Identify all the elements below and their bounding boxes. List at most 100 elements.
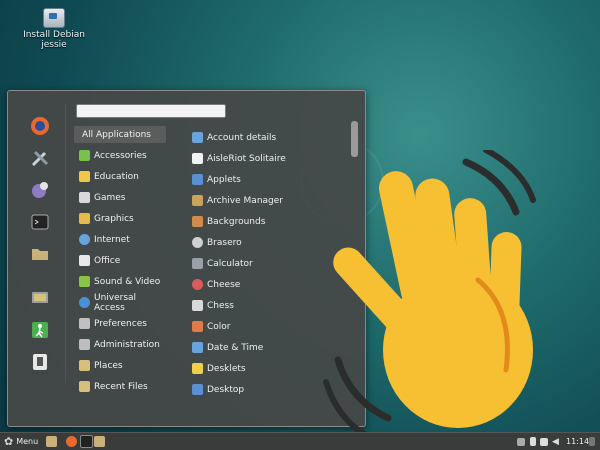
archive-icon [192,195,203,206]
accessories-icon [79,150,90,161]
folder-icon [94,436,105,447]
app-label: Brasero [207,237,242,248]
firefox-icon[interactable] [29,115,51,137]
category-graphics[interactable]: Graphics [74,210,166,227]
show-desktop-button[interactable] [589,435,595,448]
tray-device[interactable] [530,435,536,448]
app-label: Date & Time [207,342,264,353]
category-label: All Applications [82,129,151,140]
app-label: Color [207,321,231,332]
chess-icon [192,300,203,311]
category-sound-video[interactable]: Sound & Video [74,273,166,290]
chat-icon[interactable] [29,179,51,201]
education-icon [79,171,90,182]
color-icon [192,321,203,332]
category-label: Universal Access [94,292,137,313]
desktop-icon-label: Install Debian jessie [23,30,85,50]
office-icon [79,255,90,266]
folder-icon [46,436,57,447]
category-places[interactable]: Places [74,357,166,374]
device-icon[interactable] [29,351,51,373]
volume-icon: ◀ [552,436,559,447]
terminal-launcher[interactable] [80,435,93,448]
menu-label: Menu [16,437,39,446]
backgrounds-icon [192,216,203,227]
clock[interactable]: 11:14 [566,435,589,448]
preferences-icon [79,318,90,329]
menu-button[interactable]: ✿ Menu [4,435,38,448]
app-label: Account details [207,132,277,143]
cards-icon [192,153,203,164]
calculator-icon [192,258,203,269]
category-recent-files[interactable]: Recent Files [74,378,166,395]
files-launcher-2[interactable] [94,435,105,448]
waving-hand-illustration [323,150,536,439]
app-label: Calculator [207,258,253,269]
menu-gear-icon: ✿ [4,435,14,448]
display-icon[interactable] [29,287,51,309]
media-icon [79,276,90,287]
games-icon [79,192,90,203]
category-label: Internet [94,234,130,245]
device-icon [530,437,536,446]
category-label: Office [94,255,121,266]
app-label: Chess [207,300,234,311]
favorites-column [17,103,66,383]
firefox-icon [66,436,77,447]
desktop-icon [192,384,203,395]
app-account-details[interactable]: Account details [192,129,342,146]
app-label: Applets [207,174,241,185]
app-label: Desktop [207,384,245,395]
app-label: Desklets [207,363,246,374]
category-label: Games [94,192,126,203]
category-preferences[interactable]: Preferences [74,315,166,332]
category-administration[interactable]: Administration [74,336,166,353]
show-desktop-icon [589,437,595,446]
firefox-launcher[interactable] [66,435,77,448]
search-input[interactable] [76,104,226,118]
category-label: Recent Files [94,381,148,392]
app-label: AisleRiot Solitaire [207,153,286,164]
category-education[interactable]: Education [74,168,166,185]
category-label: Accessories [94,150,147,161]
installer-icon [43,8,65,28]
application-menu: All Applications Accessories Education G… [7,90,366,427]
category-label: Administration [94,339,160,350]
category-office[interactable]: Office [74,252,166,269]
settings-icon[interactable] [29,147,51,169]
category-universal-access[interactable]: Universal Access [74,292,166,313]
account-icon [192,132,203,143]
access-icon [79,297,90,308]
app-label: Cheese [207,279,241,290]
category-games[interactable]: Games [74,189,166,206]
files-launcher[interactable] [46,435,57,448]
folder-icon[interactable] [29,243,51,265]
category-internet[interactable]: Internet [74,231,166,248]
terminal-icon[interactable] [29,211,51,233]
keyboard-icon [517,437,525,446]
disc-icon [192,237,203,248]
category-all-applications[interactable]: All Applications [74,126,166,143]
recent-icon [79,381,90,392]
tray-volume[interactable]: ◀ [552,435,559,448]
tray-network[interactable] [540,435,548,448]
category-label: Education [94,171,139,182]
places-icon [79,360,90,371]
category-label: Places [94,360,123,371]
exit-icon[interactable] [29,319,51,341]
terminal-icon [80,435,93,448]
app-label: Backgrounds [207,216,266,227]
network-icon [540,437,548,446]
desktop-install-icon[interactable]: Install Debian jessie [14,8,94,50]
taskbar: ✿ Menu ◀ 11:14 [0,432,600,450]
category-accessories[interactable]: Accessories [74,147,166,164]
category-label: Preferences [94,318,147,329]
admin-icon [79,339,90,350]
desklets-icon [192,363,203,374]
clock-icon [192,342,203,353]
camera-icon [192,279,203,290]
applets-icon [192,174,203,185]
tray-keyboard[interactable] [517,435,525,448]
clock-time: 11:14 [566,437,590,446]
app-label: Archive Manager [207,195,283,206]
